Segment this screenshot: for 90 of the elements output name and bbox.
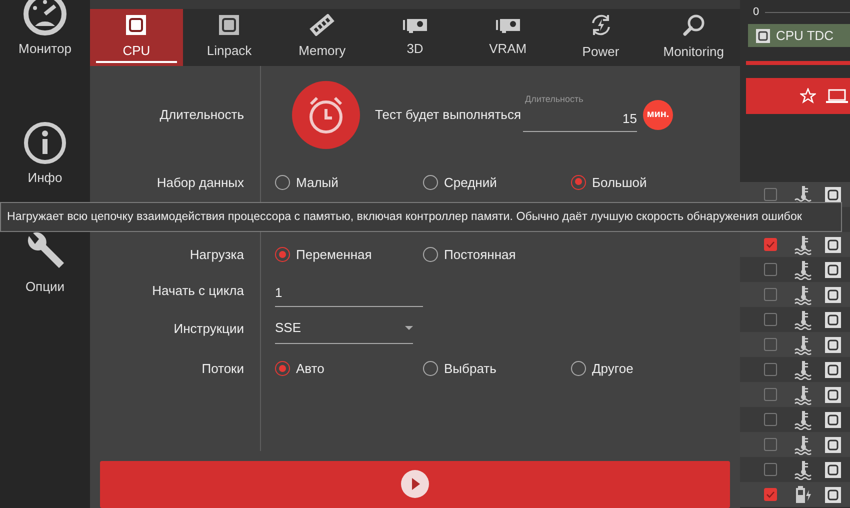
- chip-icon: [825, 186, 841, 202]
- dropdown[interactable]: SSE: [275, 314, 413, 344]
- battery-charging-icon: [793, 484, 813, 504]
- start-button[interactable]: [100, 460, 730, 508]
- chip-icon: [756, 28, 770, 42]
- field-label: Длительность: [525, 93, 584, 106]
- play-icon: [401, 470, 429, 498]
- radio-label[interactable]: Выбрать: [444, 359, 496, 379]
- checkbox[interactable]: [764, 488, 777, 501]
- tab[interactable]: 3D: [368, 9, 462, 66]
- graphics-card-icon: [402, 16, 428, 34]
- checkbox[interactable]: [764, 288, 777, 301]
- chip-icon: [825, 312, 841, 328]
- radio-button[interactable]: [423, 247, 438, 262]
- water-temperature-icon: [793, 310, 813, 330]
- radio-button[interactable]: [423, 361, 438, 376]
- field-label: Нагрузка: [188, 246, 245, 264]
- graphics-card-icon: [494, 16, 521, 34]
- chip-icon: [825, 486, 841, 502]
- laptop-icon: [826, 88, 848, 104]
- radio-button[interactable]: [571, 361, 586, 376]
- radio-label[interactable]: Средний: [444, 172, 497, 192]
- checkbox[interactable]: [764, 363, 777, 376]
- chip-icon: [825, 462, 841, 478]
- radio-label[interactable]: Малый: [296, 172, 338, 192]
- radio-label[interactable]: Переменная: [296, 245, 372, 265]
- chip-icon: [825, 436, 841, 452]
- water-temperature-icon: [793, 434, 813, 454]
- input-field[interactable]: 1: [275, 274, 423, 308]
- chip-icon: [825, 262, 841, 278]
- radio-label[interactable]: Постоянная: [444, 245, 516, 265]
- sensor-name: CPU TDC: [776, 26, 834, 45]
- water-temperature-icon: [793, 284, 813, 304]
- radio-button[interactable]: [275, 247, 290, 262]
- tab[interactable]: VRAM: [461, 9, 554, 66]
- chip-icon: [125, 14, 148, 36]
- chip-icon: [825, 236, 841, 252]
- tab[interactable]: Linpack: [182, 9, 276, 66]
- water-temperature-icon: [793, 360, 813, 380]
- checkbox[interactable]: [764, 238, 777, 251]
- field-label: Начать с цикла: [151, 282, 245, 300]
- sidebar-item[interactable]: Монитор: [18, 0, 72, 59]
- water-temperature-icon: [793, 260, 813, 280]
- chip-icon: [825, 412, 841, 428]
- radio-button[interactable]: [275, 361, 290, 376]
- duration-field[interactable]: 15: [523, 106, 637, 132]
- axis-label: 0: [753, 4, 760, 20]
- radio-label[interactable]: Большой: [592, 172, 647, 192]
- caret-icon: [405, 326, 413, 330]
- chip-icon: [825, 386, 841, 402]
- checkbox[interactable]: [764, 388, 777, 401]
- field-label: Инструкции: [172, 320, 245, 338]
- checkbox[interactable]: [764, 413, 777, 426]
- radio-button[interactable]: [423, 174, 438, 190]
- tab[interactable]: Power: [554, 9, 648, 66]
- water-temperature-icon: [793, 460, 813, 480]
- tab[interactable]: CPU: [90, 9, 183, 66]
- chip-icon: [825, 362, 841, 378]
- sidebar-item[interactable]: Инфо: [23, 120, 67, 188]
- field-label: Потоки: [200, 360, 245, 378]
- checkbox[interactable]: [764, 263, 777, 276]
- checkbox[interactable]: [764, 438, 777, 451]
- field-label: Длительность: [158, 106, 245, 124]
- radio-label[interactable]: Другое: [592, 359, 634, 379]
- chip-icon: [825, 286, 841, 302]
- checkbox[interactable]: [764, 338, 777, 351]
- field-label: Набор данных: [156, 174, 245, 192]
- checkbox[interactable]: [764, 463, 777, 476]
- chip-icon: [825, 336, 841, 352]
- water-temperature-icon: [793, 334, 813, 354]
- tab[interactable]: Memory: [276, 9, 369, 66]
- sidebar-item[interactable]: Опции: [23, 230, 67, 296]
- radio-button[interactable]: [571, 174, 586, 190]
- water-temperature-icon: [793, 234, 813, 254]
- tooltip: Нагружает всю цепочку взаимодействия процессора с памятью, включая контроллер памяти. Обычно даёт лучшую скорость обнаружения ошибок: [0, 202, 842, 232]
- chip-icon: [218, 14, 240, 36]
- test-duration-text: Тест будет выполняться: [375, 106, 521, 124]
- info-icon: [23, 120, 67, 165]
- alarm-clock-icon: [291, 80, 361, 150]
- gauge-icon: [22, 0, 67, 36]
- unit-badge: мин.: [643, 100, 673, 130]
- checkbox[interactable]: [764, 188, 777, 201]
- tab[interactable]: Monitoring: [647, 9, 740, 66]
- star-icon: [800, 88, 816, 104]
- water-temperature-icon: [793, 384, 813, 404]
- radio-label[interactable]: Авто: [296, 359, 324, 379]
- radio-button[interactable]: [275, 174, 290, 190]
- checkbox[interactable]: [764, 313, 777, 326]
- search-icon: [682, 13, 706, 38]
- water-temperature-icon: [793, 410, 813, 430]
